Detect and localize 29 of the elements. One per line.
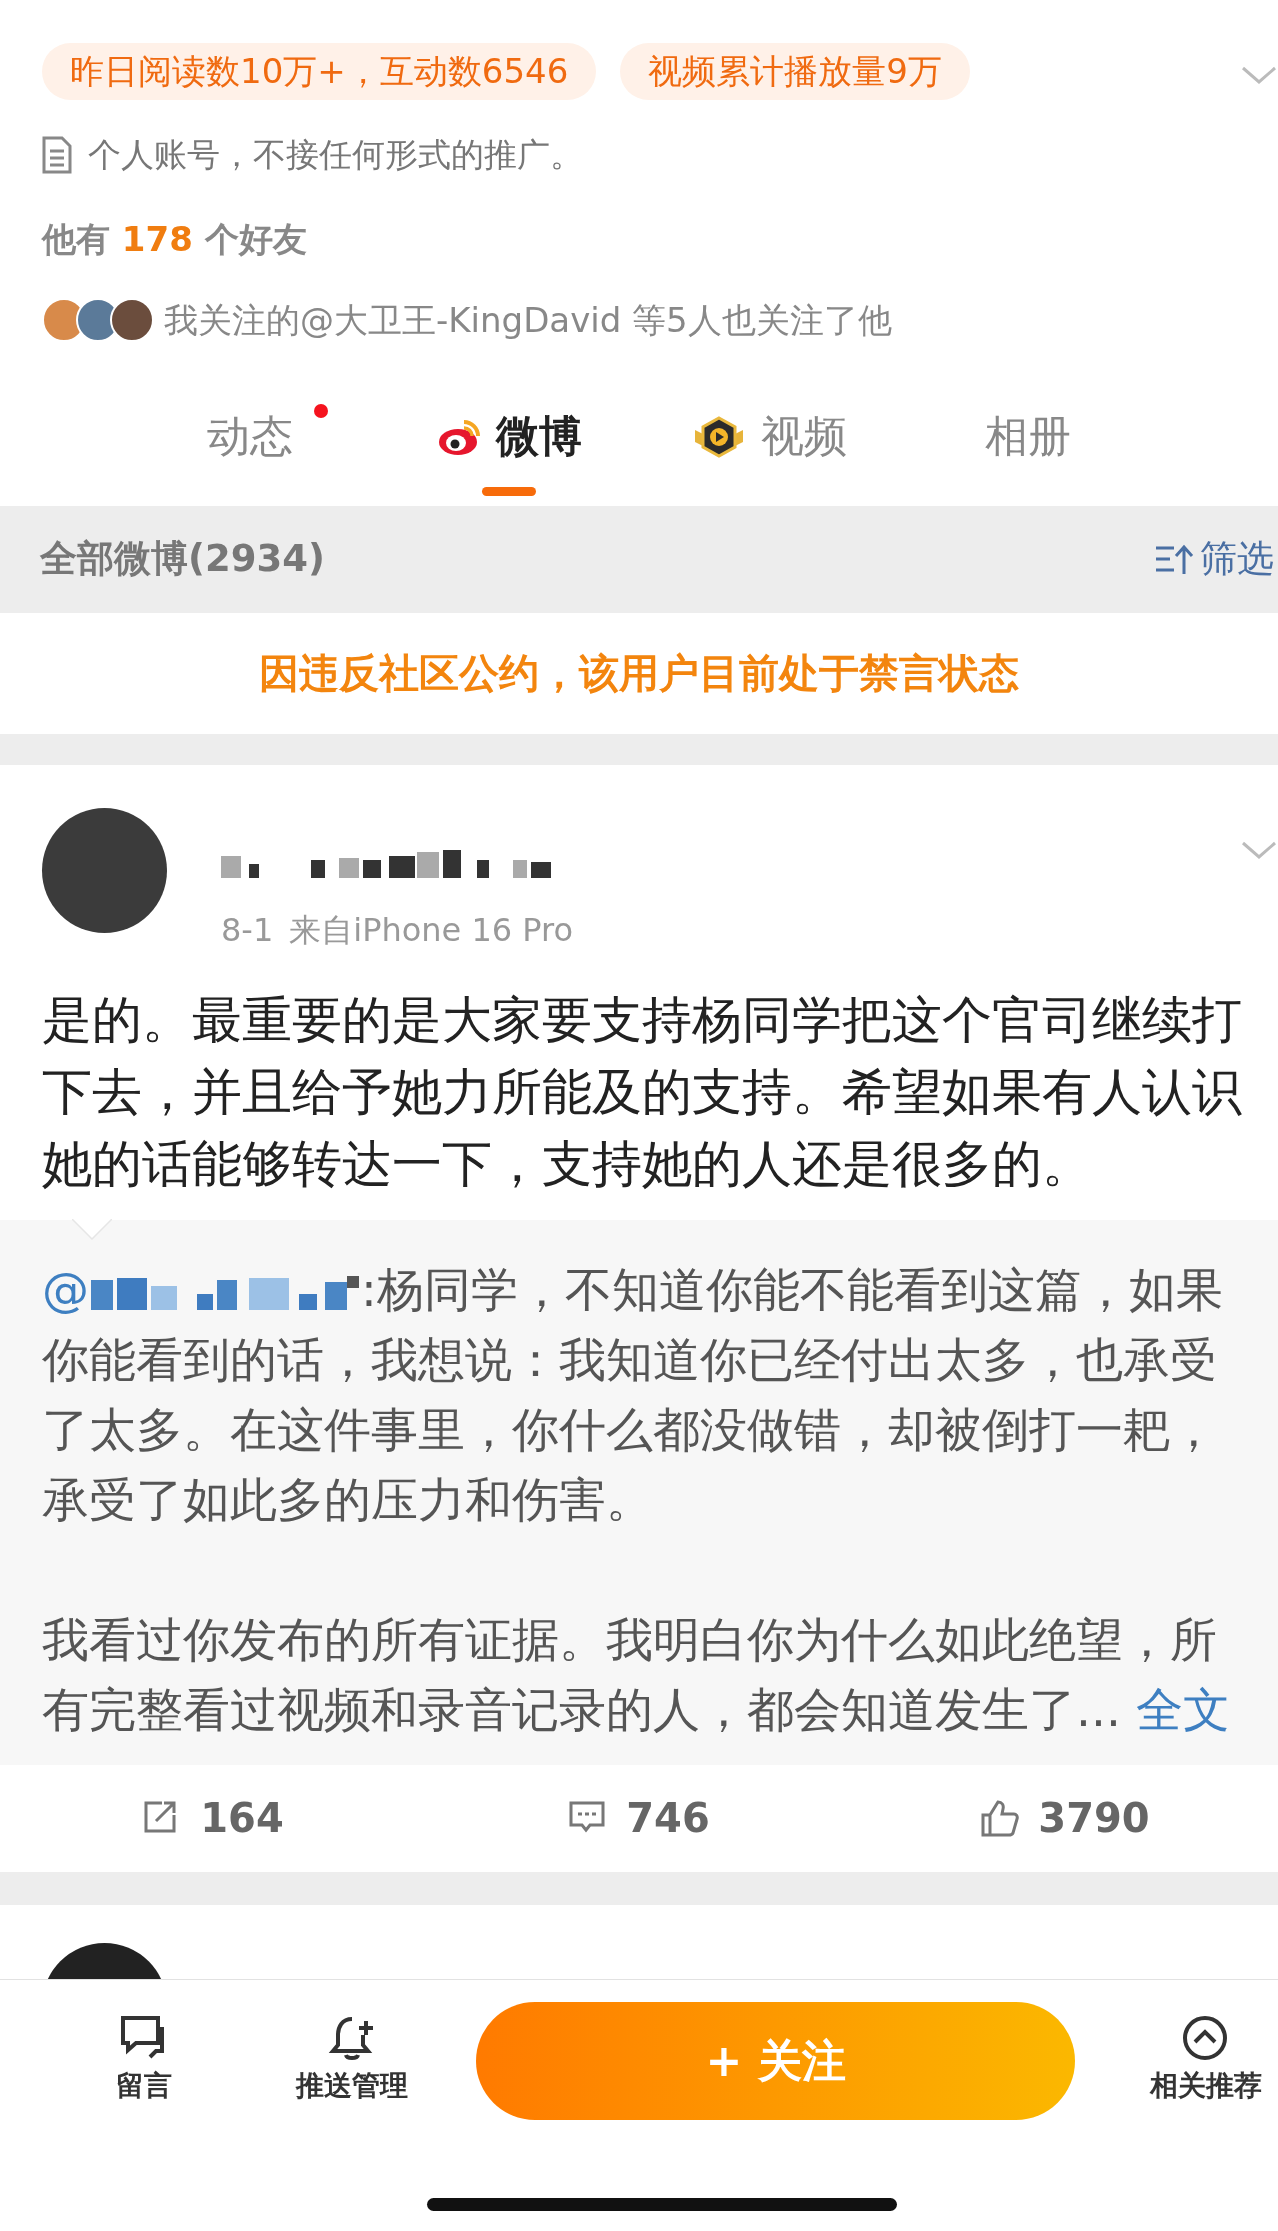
quote-text: @ :杨同学，不知道你能不能看到这篇，如果你能看到的话，我想说：我知道你已经付出太多，也承受了太多。在这件事里，你什么都没做错，却被倒打一耙，承受了如此多的压力和伤害。 <box>42 1260 1224 1529</box>
tab[interactable]: 视频 <box>639 375 899 506</box>
post-source: 来自iPhone 16 Pro <box>289 909 574 951</box>
thumbs-up-icon <box>980 1799 1021 1837</box>
stat-chip: 昨日阅读数10万+，互动数6546 <box>42 43 597 100</box>
mention-link[interactable]: @ <box>42 1261 89 1317</box>
friend-count[interactable]: 他有 178 个好友 <box>42 213 1278 265</box>
stat-chip: 视频累计播放量9万 <box>620 43 970 100</box>
tab[interactable]: 相册 <box>898 375 1158 506</box>
active-tab-indicator <box>482 486 537 496</box>
bottom-bar-button[interactable]: 推送管理 <box>268 2014 437 2107</box>
post-text: 是的。最重要的是大家要支持杨同学把这个官司继续打下去，并且给予她力所能及的支持。希望如果有人认识她的话能够转达一下，支持她的人还是很多的。 <box>41 989 1243 1195</box>
tab[interactable]: 动态 <box>120 375 380 506</box>
document-icon <box>42 135 72 174</box>
repost-button[interactable]: 164 <box>0 1764 426 1872</box>
mutual-follow-text[interactable]: 我关注的@大卫王-KingDavid 等5人也关注了他 <box>164 294 892 346</box>
bottom-bar-button[interactable]: 相关推荐 <box>1134 2014 1278 2107</box>
quote-text: 我看过你发布的所有证据。我明白你为什么如此绝望，所有完整看过视频和录音记录的人，都会知道发生了... 全文 <box>42 1610 1231 1739</box>
ban-notice: 因违反社区公约，该用户目前处于禁言状态 <box>259 649 1019 698</box>
comment-button[interactable]: 746 <box>426 1764 852 1872</box>
sort-icon <box>1154 542 1194 576</box>
bottom-bar-button[interactable]: 留言 <box>80 2014 209 2107</box>
filter-button[interactable]: 筛选 <box>1150 531 1278 587</box>
post-date: 8-1 <box>221 909 274 951</box>
full-text-link[interactable]: 全文 <box>1135 1681 1230 1737</box>
like-button[interactable]: 3790 <box>852 1764 1278 1872</box>
tab[interactable]: 微博 <box>379 375 639 506</box>
feed-title: 全部微博(2934) <box>40 536 325 583</box>
bio-text: 个人账号，不接任何形式的推广。 <box>88 134 583 176</box>
